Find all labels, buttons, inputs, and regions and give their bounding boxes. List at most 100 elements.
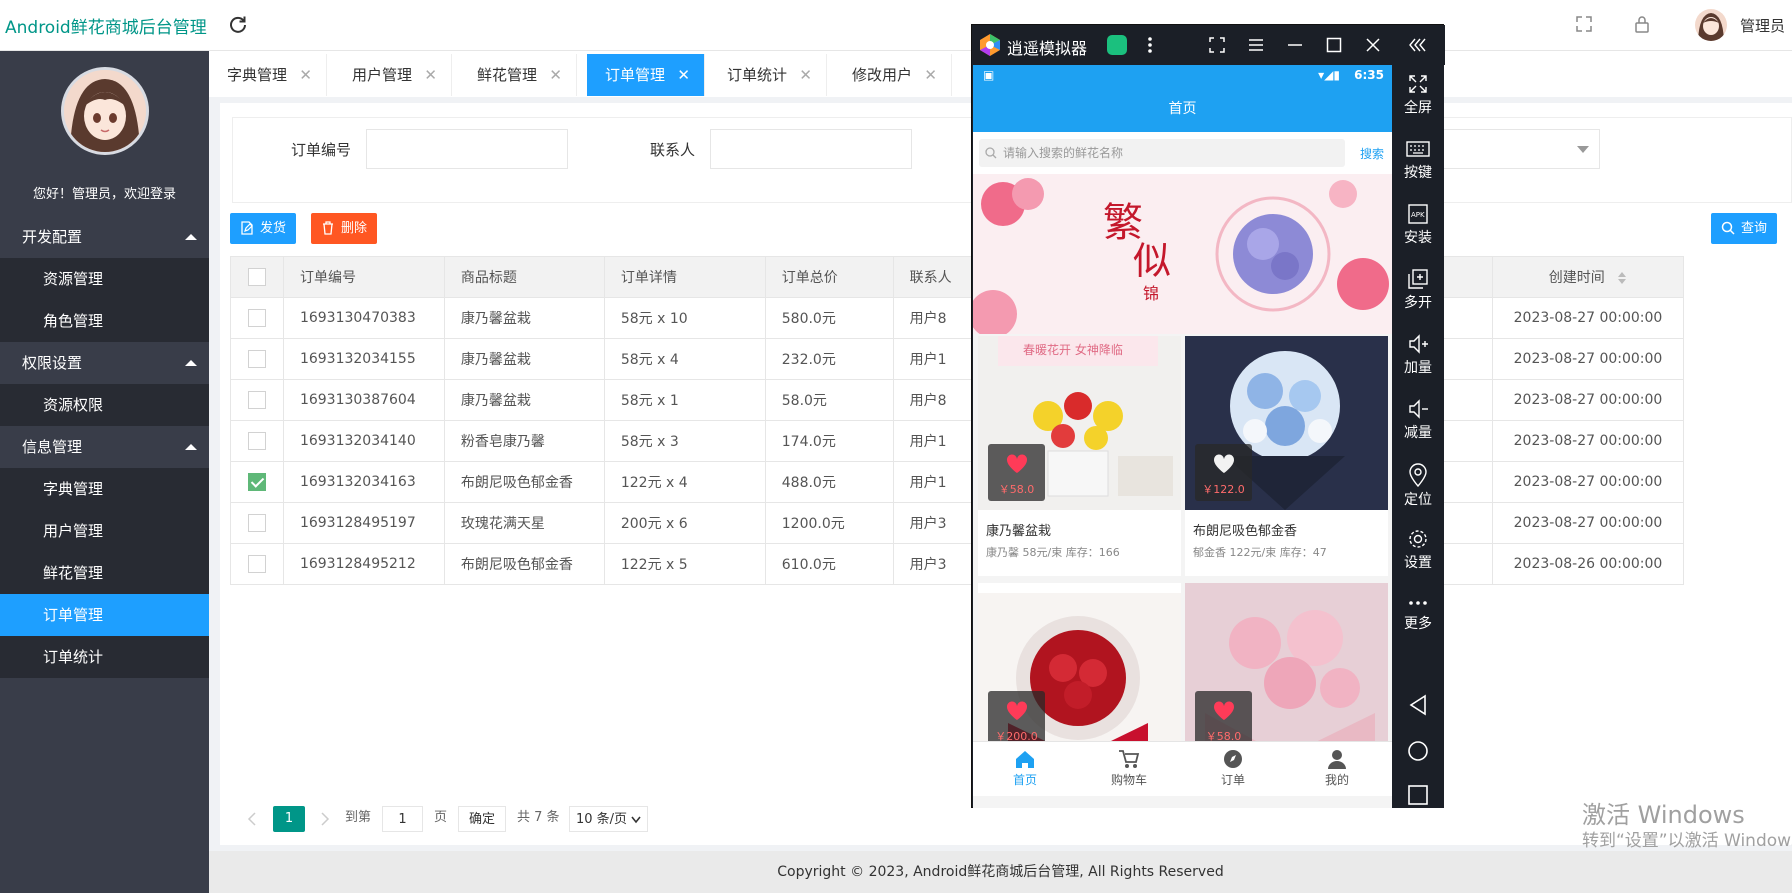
menu-group-info-manage[interactable]: 信息管理 — [0, 426, 209, 468]
row-select-cell[interactable] — [230, 543, 284, 585]
table-row[interactable]: 1693132034140 粉香皂康乃馨 58元 x 3 174.0元 用户1 … — [230, 420, 1684, 462]
product-card[interactable]: ￥58.0 — [1185, 583, 1388, 757]
flower-search-input[interactable]: 请输入搜索的鲜花名称 — [979, 139, 1345, 167]
tool-volume-up[interactable]: 加量 — [1392, 333, 1444, 377]
heart-icon[interactable] — [1213, 701, 1235, 721]
row-checkbox[interactable] — [247, 391, 266, 409]
heart-icon[interactable] — [1006, 454, 1028, 474]
heart-icon[interactable] — [1006, 701, 1028, 721]
product-card[interactable]: ￥200.0 — [978, 583, 1181, 757]
next-page-icon[interactable] — [319, 812, 331, 826]
page-jump-input[interactable]: 1 — [382, 806, 423, 832]
sidebar-item-user-manage[interactable]: 用户管理 — [0, 510, 209, 552]
close-icon[interactable]: ✕ — [549, 54, 562, 96]
table-row[interactable]: 1693132034155 康乃馨盆栽 58元 x 4 232.0元 用户1 成… — [230, 338, 1684, 380]
app-search-button[interactable]: 搜索 — [1360, 145, 1384, 162]
nav-orders[interactable]: 订单 — [1181, 742, 1285, 797]
row-checkbox[interactable] — [247, 309, 266, 327]
row-checkbox[interactable] — [247, 514, 266, 532]
close-icon[interactable]: ✕ — [924, 54, 937, 96]
promo-banner[interactable]: 繁 似 锦 — [973, 174, 1392, 334]
close-icon[interactable]: ✕ — [299, 54, 312, 96]
close-icon[interactable]: ✕ — [424, 54, 437, 96]
sidebar-item-order-manage[interactable]: 订单管理 — [0, 594, 209, 636]
page-1-button[interactable]: 1 — [273, 806, 305, 832]
row-select-cell[interactable] — [230, 420, 284, 462]
page-jump-ok-button[interactable]: 确定 — [458, 806, 506, 832]
ship-button[interactable]: 发货 — [230, 213, 297, 244]
menu-group-dev-config[interactable]: 开发配置 — [0, 216, 209, 258]
product-card[interactable]: ￥122.0 布朗尼吸色郁金香 郁金香 122元/束 库存：47 — [1185, 336, 1388, 576]
table-row[interactable]: 1693128495197 玫瑰花满天星 200元 x 6 1200.0元 用户… — [230, 502, 1684, 544]
nav-profile[interactable]: 我的 — [1285, 742, 1389, 797]
heart-icon[interactable] — [1213, 454, 1235, 474]
query-button[interactable]: 查询 — [1711, 213, 1778, 244]
admin-avatar[interactable] — [1695, 9, 1727, 41]
tool-fullscreen[interactable]: 全屏 — [1392, 73, 1444, 117]
row-select-cell[interactable] — [230, 502, 284, 544]
table-row[interactable]: 1693132034163 布朗尼吸色郁金香 122元 x 4 488.0元 用… — [230, 461, 1684, 503]
tool-settings[interactable]: 设置 — [1392, 528, 1444, 572]
prev-page-icon[interactable] — [246, 812, 258, 826]
tab-flower-manage[interactable]: 鲜花管理 ✕ — [459, 54, 577, 96]
close-icon[interactable]: ✕ — [677, 54, 690, 96]
menu-icon[interactable] — [1246, 35, 1266, 55]
sidebar-item-resource-manage[interactable]: 资源管理 — [0, 258, 209, 300]
table-row[interactable]: 1693130387604 康乃馨盆栽 58元 x 1 58.0元 用户8 成 … — [230, 379, 1684, 421]
row-checkbox[interactable] — [247, 350, 266, 368]
row-select-cell[interactable] — [230, 338, 284, 380]
row-checkbox[interactable] — [247, 432, 266, 450]
page-size-select[interactable]: 10 条/页 — [569, 806, 648, 832]
delete-button[interactable]: 删除 — [311, 213, 378, 244]
tool-multi-instance[interactable]: 多开 — [1392, 268, 1444, 312]
table-row[interactable]: 1693128495212 布朗尼吸色郁金香 122元 x 5 610.0元 用… — [230, 543, 1684, 585]
refresh-icon[interactable] — [228, 14, 248, 34]
sidebar-item-dict-manage[interactable]: 字典管理 — [0, 468, 209, 510]
collapse-sidebar-icon[interactable] — [1407, 35, 1427, 55]
tool-location[interactable]: 定位 — [1392, 463, 1444, 509]
status-select[interactable] — [1420, 129, 1600, 169]
sidebar-item-resource-permission[interactable]: 资源权限 — [0, 384, 209, 426]
row-select-cell[interactable] — [230, 297, 284, 339]
minimize-icon[interactable] — [1285, 35, 1305, 55]
more-vertical-icon[interactable] — [1140, 35, 1160, 55]
android-home-icon[interactable] — [1406, 739, 1430, 763]
tool-more[interactable]: 更多 — [1392, 595, 1444, 633]
select-all-cell[interactable] — [230, 256, 284, 298]
menu-group-permission[interactable]: 权限设置 — [0, 342, 209, 384]
tab-dict-manage[interactable]: 字典管理 ✕ — [209, 54, 327, 96]
order-no-input[interactable] — [366, 129, 568, 169]
tab-order-stats[interactable]: 订单统计 ✕ — [709, 54, 827, 96]
tab-user-manage[interactable]: 用户管理 ✕ — [334, 54, 452, 96]
tab-edit-user[interactable]: 修改用户 ✕ — [834, 54, 952, 96]
sidebar-item-flower-manage[interactable]: 鲜花管理 — [0, 552, 209, 594]
tool-keymap[interactable]: 按键 — [1392, 138, 1444, 182]
app-badge-icon[interactable] — [1107, 35, 1127, 55]
close-icon[interactable] — [1363, 35, 1383, 55]
row-select-cell[interactable] — [230, 379, 284, 421]
contact-input[interactable] — [710, 129, 912, 169]
row-checkbox[interactable] — [247, 555, 266, 573]
tool-install-apk[interactable]: APK 安装 — [1392, 203, 1444, 247]
android-recents-icon[interactable] — [1406, 783, 1430, 807]
fullscreen-icon[interactable] — [1574, 14, 1594, 34]
tool-volume-down[interactable]: 减量 — [1392, 398, 1444, 442]
admin-name[interactable]: 管理员 — [1740, 15, 1785, 36]
col-created[interactable]: 创建时间 — [1492, 256, 1684, 298]
sidebar-item-role-manage[interactable]: 角色管理 — [0, 300, 209, 342]
sort-icon[interactable] — [1617, 271, 1627, 285]
nav-cart[interactable]: 购物车 — [1077, 742, 1181, 797]
sidebar-item-order-stats[interactable]: 订单统计 — [0, 636, 209, 678]
screenshot-icon[interactable] — [1207, 35, 1227, 55]
table-row[interactable]: 1693130470383 康乃馨盆栽 58元 x 10 580.0元 用户8 … — [230, 297, 1684, 339]
close-icon[interactable]: ✕ — [799, 54, 812, 96]
android-back-icon[interactable] — [1406, 693, 1430, 717]
lock-icon[interactable] — [1632, 14, 1652, 34]
row-checkbox[interactable] — [247, 473, 266, 491]
tab-order-manage[interactable]: 订单管理 ✕ — [587, 54, 705, 96]
maximize-icon[interactable] — [1324, 35, 1344, 55]
product-card[interactable]: 春暖花开 女神降临 ￥58.0 康乃馨盆栽 康乃馨 58元/束 库存：166 — [978, 336, 1181, 576]
nav-home[interactable]: 首页 — [973, 742, 1077, 797]
row-select-cell[interactable] — [230, 461, 284, 503]
select-all-checkbox[interactable] — [247, 268, 266, 286]
